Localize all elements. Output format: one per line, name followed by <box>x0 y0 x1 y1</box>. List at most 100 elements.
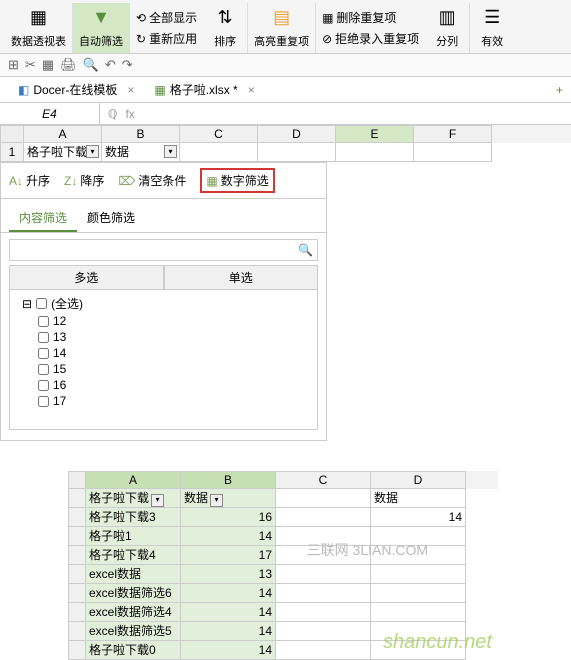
cell[interactable]: 14 <box>181 584 276 603</box>
qat-icon[interactable]: ↶ <box>105 57 116 73</box>
color-filter-tab[interactable]: 颜色筛选 <box>77 205 145 232</box>
col-header[interactable]: E <box>336 125 414 143</box>
col-header[interactable]: A <box>24 125 102 143</box>
cell[interactable] <box>371 603 466 622</box>
cell[interactable]: excel数据筛选6 <box>86 584 181 603</box>
number-filter-button[interactable]: ▦数字筛选 <box>200 168 274 193</box>
multi-select-tab[interactable]: 多选 <box>9 265 164 290</box>
collapse-icon[interactable]: ⊟ <box>22 297 32 311</box>
content-filter-tab[interactable]: 内容筛选 <box>9 205 77 232</box>
tab-file[interactable]: ▦格子啦.xlsx *× <box>144 77 264 102</box>
cell[interactable] <box>276 527 371 546</box>
cell[interactable] <box>371 546 466 565</box>
select-all[interactable] <box>0 125 24 143</box>
cell[interactable]: 14 <box>181 603 276 622</box>
tree-node[interactable]: 14 <box>14 345 313 361</box>
cell[interactable]: 14 <box>181 527 276 546</box>
qat-icon[interactable]: ↷ <box>122 57 133 73</box>
cell[interactable]: 16 <box>181 508 276 527</box>
cell[interactable] <box>371 641 466 660</box>
qat-icon[interactable]: ✂ <box>25 57 36 73</box>
add-tab-icon[interactable]: + <box>556 83 563 97</box>
cell[interactable]: 14 <box>371 508 466 527</box>
cell[interactable] <box>276 622 371 641</box>
col-header[interactable]: C <box>180 125 258 143</box>
cell[interactable]: 格子啦1 <box>86 527 181 546</box>
checkbox[interactable] <box>38 316 49 327</box>
split-group[interactable]: ▥ 分列 <box>425 3 470 53</box>
filter-dropdown-icon[interactable]: ▾ <box>86 145 99 158</box>
cell[interactable]: 13 <box>181 565 276 584</box>
qat-icon[interactable]: ⊞ <box>8 57 19 73</box>
cell[interactable] <box>276 565 371 584</box>
filter-dropdown-icon[interactable]: ▾ <box>164 145 177 158</box>
select-all[interactable] <box>68 471 86 489</box>
cell[interactable] <box>371 584 466 603</box>
cell[interactable]: excel数据 <box>86 565 181 584</box>
cell[interactable] <box>258 143 336 162</box>
clear-filter-button[interactable]: ⌦清空条件 <box>118 172 186 189</box>
filter-dropdown-icon[interactable]: ▾ <box>210 494 223 507</box>
tree-node-all[interactable]: ⊟(全选) <box>14 294 313 313</box>
tree-node[interactable]: 16 <box>14 377 313 393</box>
checkbox[interactable] <box>38 364 49 375</box>
cell[interactable] <box>371 527 466 546</box>
col-header[interactable]: A <box>86 471 181 489</box>
tree-node[interactable]: 17 <box>14 393 313 409</box>
cell[interactable]: excel数据筛选5 <box>86 622 181 641</box>
row-header[interactable] <box>68 527 86 546</box>
search-input[interactable] <box>14 243 298 257</box>
qat-icon[interactable]: 🔍 <box>83 57 99 73</box>
col-header[interactable]: F <box>414 125 492 143</box>
cell[interactable] <box>414 143 492 162</box>
cell[interactable]: 14 <box>181 622 276 641</box>
sort-desc-button[interactable]: Z↓降序 <box>64 172 104 189</box>
cell[interactable]: 14 <box>181 641 276 660</box>
cell[interactable]: 17 <box>181 546 276 565</box>
single-select-tab[interactable]: 单选 <box>164 265 319 290</box>
name-box[interactable]: E4 <box>0 103 100 124</box>
sort-asc-button[interactable]: A↓升序 <box>9 172 50 189</box>
row-header[interactable] <box>68 622 86 641</box>
qat-icon[interactable]: ▦ <box>42 57 54 73</box>
row-header[interactable] <box>68 508 86 527</box>
col-header[interactable]: B <box>181 471 276 489</box>
formula-bar[interactable]: ℚfx <box>100 107 143 121</box>
cell[interactable] <box>276 508 371 527</box>
close-icon[interactable]: × <box>248 83 255 97</box>
deldup-button[interactable]: ▦删除重复项 <box>320 7 421 28</box>
search-icon[interactable]: 🔍 <box>298 243 313 257</box>
row-header[interactable] <box>68 603 86 622</box>
cell[interactable]: 数据 <box>371 489 466 508</box>
tree-node[interactable]: 13 <box>14 329 313 345</box>
cell[interactable] <box>180 143 258 162</box>
tab-docer[interactable]: ◧Docer-在线模板× <box>8 77 144 102</box>
showall-button[interactable]: ⟲全部显示 <box>134 7 199 28</box>
checkbox[interactable] <box>38 348 49 359</box>
row-header[interactable] <box>68 489 86 508</box>
cell[interactable] <box>336 143 414 162</box>
cell[interactable]: 格子啦下载4 <box>86 546 181 565</box>
checkbox[interactable] <box>36 298 47 309</box>
cell[interactable] <box>371 565 466 584</box>
cell[interactable]: excel数据筛选4 <box>86 603 181 622</box>
valid-group[interactable]: ☰ 有效 <box>470 3 514 53</box>
autofilter-group[interactable]: ▼ 自动筛选 <box>73 3 130 53</box>
sort-group[interactable]: ⇅ 排序 <box>203 3 248 53</box>
tree-node[interactable]: 15 <box>14 361 313 377</box>
filter-search[interactable]: 🔍 <box>9 239 318 261</box>
reapply-button[interactable]: ↻重新应用 <box>134 28 199 49</box>
cell[interactable]: 数据▾ <box>102 143 180 162</box>
checkbox[interactable] <box>38 332 49 343</box>
cell[interactable] <box>371 622 466 641</box>
row-header[interactable] <box>68 584 86 603</box>
col-header[interactable]: B <box>102 125 180 143</box>
cell[interactable] <box>276 584 371 603</box>
cell[interactable] <box>276 546 371 565</box>
row-header[interactable]: 1 <box>0 143 24 162</box>
cell[interactable]: 格子啦下载▾ <box>86 489 181 508</box>
row-header[interactable] <box>68 641 86 660</box>
cell[interactable]: 格子啦下载0 <box>86 641 181 660</box>
qat-icon[interactable]: 🖨 <box>60 57 77 73</box>
row-header[interactable] <box>68 546 86 565</box>
